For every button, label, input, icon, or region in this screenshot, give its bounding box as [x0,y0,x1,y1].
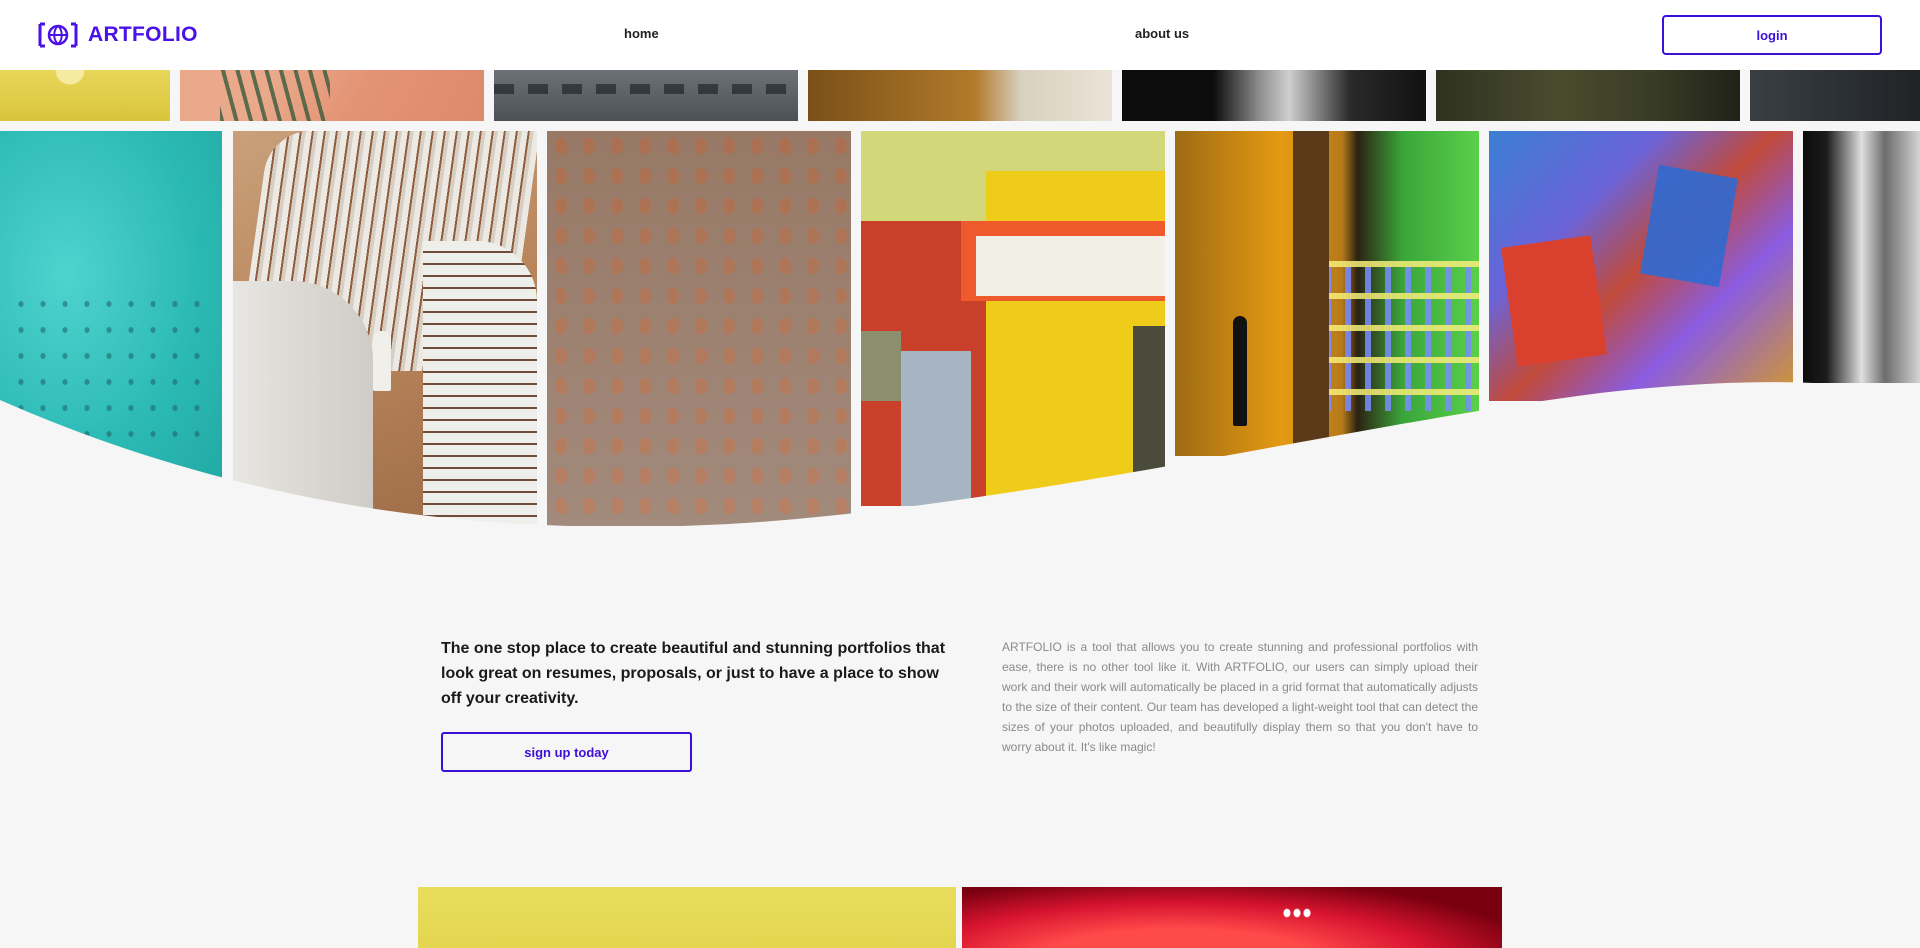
brand-name: ARTFOLIO [88,23,198,46]
showcase-photo-yellow [418,887,956,948]
sign-up-button[interactable]: sign up today [441,732,692,772]
gallery-photo-statue [1122,70,1426,121]
frame-globe-icon [38,22,78,48]
showcase-photo-red [962,887,1502,948]
gallery-photo-fabric [808,70,1112,121]
gallery-photo-forest [1436,70,1740,121]
gallery-photo-barbed-wire [494,70,798,121]
gallery-wave-mask [0,382,1920,540]
brand-logo[interactable]: ARTFOLIO [38,20,198,50]
gallery-photo-cactus [180,70,484,121]
photo-gallery [0,0,1920,540]
login-button[interactable]: login [1662,15,1882,55]
hero-headline: The one stop place to create beautiful a… [441,640,946,707]
nav-home-link[interactable]: home [624,26,659,41]
gallery-photo-lemons [0,70,170,121]
nav-about-us-link[interactable]: about us [1135,26,1189,41]
gallery-photo-dark [1750,70,1920,121]
top-navbar: ARTFOLIO home about us login [0,0,1920,70]
about-description: ARTFOLIO is a tool that allows you to cr… [1002,640,1478,754]
